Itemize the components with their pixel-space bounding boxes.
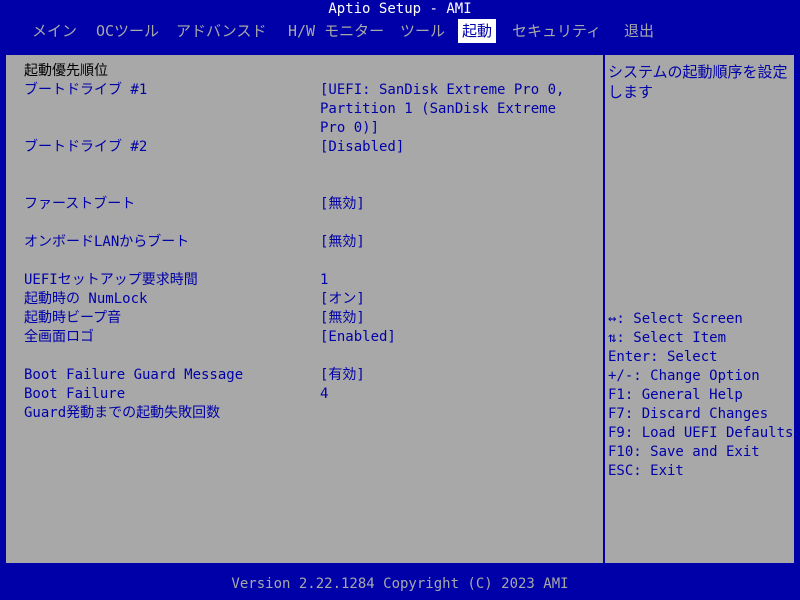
boot-option-1-value-line-3[interactable]: Pro 0)] bbox=[320, 119, 379, 138]
boot-numlock-value[interactable]: [オン] bbox=[320, 290, 365, 309]
boot-option-2-label[interactable]: ブートドライブ #2 bbox=[24, 138, 147, 157]
key-help-select-item: ⇅: Select Item bbox=[608, 330, 727, 346]
key-help-change-option: +/-: Change Option bbox=[608, 368, 760, 384]
key-help-save-exit: F10: Save and Exit bbox=[608, 444, 760, 460]
boot-numlock-label[interactable]: 起動時の NumLock bbox=[24, 290, 147, 309]
menu-exit[interactable]: 退出 bbox=[620, 19, 658, 43]
menu-oc-tools[interactable]: OCツール bbox=[92, 19, 163, 43]
key-help-load-defaults: F9: Load UEFI Defaults bbox=[608, 425, 794, 441]
boot-option-1-label[interactable]: ブートドライブ #1 bbox=[24, 81, 147, 100]
menu-tools[interactable]: ツール bbox=[396, 19, 449, 43]
full-screen-logo-value[interactable]: [Enabled] bbox=[320, 328, 396, 347]
bios-setup-screen: Aptio Setup - AMI メイン OCツール アドバンスド H/W モ… bbox=[0, 0, 800, 600]
footer-version: Version 2.22.1284 Copyright (C) 2023 AMI bbox=[231, 576, 569, 592]
settings-panel bbox=[4, 53, 796, 565]
key-help-list: ↔: Select Screen ⇅: Select Item Enter: S… bbox=[608, 310, 793, 481]
onboard-lan-boot-value[interactable]: [無効] bbox=[320, 233, 365, 252]
panel-divider bbox=[603, 53, 605, 565]
menu-advanced[interactable]: アドバンスド bbox=[172, 19, 270, 43]
key-help-discard-changes: F7: Discard Changes bbox=[608, 406, 769, 422]
section-header-boot-priority: 起動優先順位 bbox=[24, 63, 108, 79]
boot-beep-label[interactable]: 起動時ビープ音 bbox=[24, 309, 121, 328]
fast-boot-value[interactable]: [無効] bbox=[320, 195, 365, 214]
onboard-lan-boot-label[interactable]: オンボードLANからブート bbox=[24, 233, 189, 252]
menu-bar: メイン OCツール アドバンスド H/W モニター ツール 起動 セキュリティ … bbox=[0, 19, 800, 43]
menu-hw-monitor[interactable]: H/W モニター bbox=[284, 19, 388, 43]
menu-boot[interactable]: 起動 bbox=[458, 19, 497, 43]
full-screen-logo-label[interactable]: 全画面ロゴ bbox=[24, 328, 94, 347]
menu-security[interactable]: セキュリティ bbox=[508, 19, 605, 43]
fast-boot-label[interactable]: ファーストブート bbox=[24, 195, 135, 214]
boot-failure-guard-message-value[interactable]: [有効] bbox=[320, 366, 365, 385]
uefi-setup-prompt-value[interactable]: 1 bbox=[320, 271, 328, 290]
key-help-select-screen: ↔: Select Screen bbox=[608, 311, 743, 327]
boot-option-1-value-line-2[interactable]: Partition 1 (SanDisk Extreme bbox=[320, 100, 556, 119]
title-bar: Aptio Setup - AMI bbox=[328, 1, 472, 17]
boot-failure-guard-count-value[interactable]: 4 bbox=[320, 385, 328, 404]
boot-beep-value[interactable]: [無効] bbox=[320, 309, 365, 328]
help-description: システムの起動順序を設定します bbox=[608, 63, 788, 101]
uefi-setup-prompt-label[interactable]: UEFIセットアップ要求時間 bbox=[24, 271, 198, 290]
menu-main[interactable]: メイン bbox=[28, 19, 81, 43]
boot-failure-guard-count-label-line-2[interactable]: Guard発動までの起動失敗回数 bbox=[24, 404, 220, 423]
boot-option-1-value-line-1[interactable]: [UEFI: SanDisk Extreme Pro 0, bbox=[320, 81, 564, 100]
key-help-enter: Enter: Select bbox=[608, 349, 718, 365]
boot-option-2-value[interactable]: [Disabled] bbox=[320, 138, 404, 157]
key-help-general-help: F1: General Help bbox=[608, 387, 743, 403]
boot-failure-guard-count-label-line-1[interactable]: Boot Failure bbox=[24, 385, 125, 404]
boot-failure-guard-message-label[interactable]: Boot Failure Guard Message bbox=[24, 366, 243, 385]
key-help-esc-exit: ESC: Exit bbox=[608, 463, 684, 479]
